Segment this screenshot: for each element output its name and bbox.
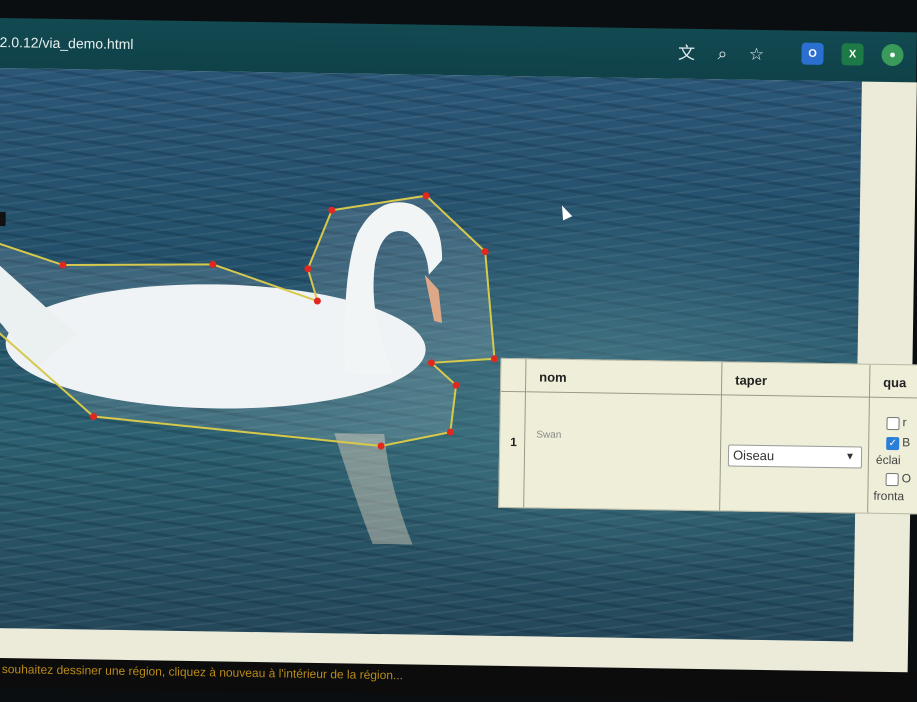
quality-option-1: r	[902, 415, 907, 430]
quality-checkbox-3[interactable]	[885, 472, 899, 487]
quality-option-3: O	[901, 471, 912, 486]
attribute-editor-table: nom taper qua 1 Swan Oiseau ▼ r ✓ B écla…	[498, 357, 917, 515]
swan-reflection	[334, 433, 413, 545]
zoom-icon[interactable]: ⌕	[711, 43, 733, 65]
column-divider	[867, 364, 871, 513]
header-quality: qua	[883, 374, 907, 391]
image-canvas[interactable]	[0, 68, 862, 642]
column-divider	[719, 362, 723, 511]
header-nom: nom	[539, 369, 567, 385]
taper-select[interactable]: Oiseau ▼	[727, 444, 863, 469]
quality-option-2-cont: éclai	[875, 452, 901, 468]
row-index: 1	[510, 435, 517, 450]
header-rule	[500, 390, 917, 399]
header-taper: taper	[735, 372, 768, 389]
status-message: souhaitez dessiner une région, cliquez à…	[1, 662, 404, 683]
region-label-tag	[0, 211, 6, 227]
extension-excel-icon[interactable]: X	[841, 43, 864, 66]
via-page: nom taper qua 1 Swan Oiseau ▼ r ✓ B écla…	[0, 68, 917, 683]
extension-outlook-icon[interactable]: O	[801, 42, 824, 65]
extension-misc-icon[interactable]: ●	[881, 43, 904, 67]
annotation-overlay[interactable]	[0, 68, 862, 641]
taper-selected-value: Oiseau	[732, 447, 775, 464]
url-text[interactable]: 2.0.12/via_demo.html	[0, 34, 134, 52]
quality-checkbox-1[interactable]	[886, 416, 900, 431]
quality-option-2: B	[902, 435, 911, 450]
nom-input[interactable]: Swan	[536, 429, 561, 440]
translate-icon[interactable]: 文	[675, 43, 697, 65]
chevron-down-icon: ▼	[845, 451, 856, 463]
star-icon[interactable]: ☆	[745, 44, 767, 66]
region-polygon	[0, 194, 496, 448]
quality-option-3-cont: fronta	[873, 488, 905, 504]
quality-checkbox-2[interactable]: ✓	[886, 436, 900, 451]
column-divider	[523, 359, 527, 508]
